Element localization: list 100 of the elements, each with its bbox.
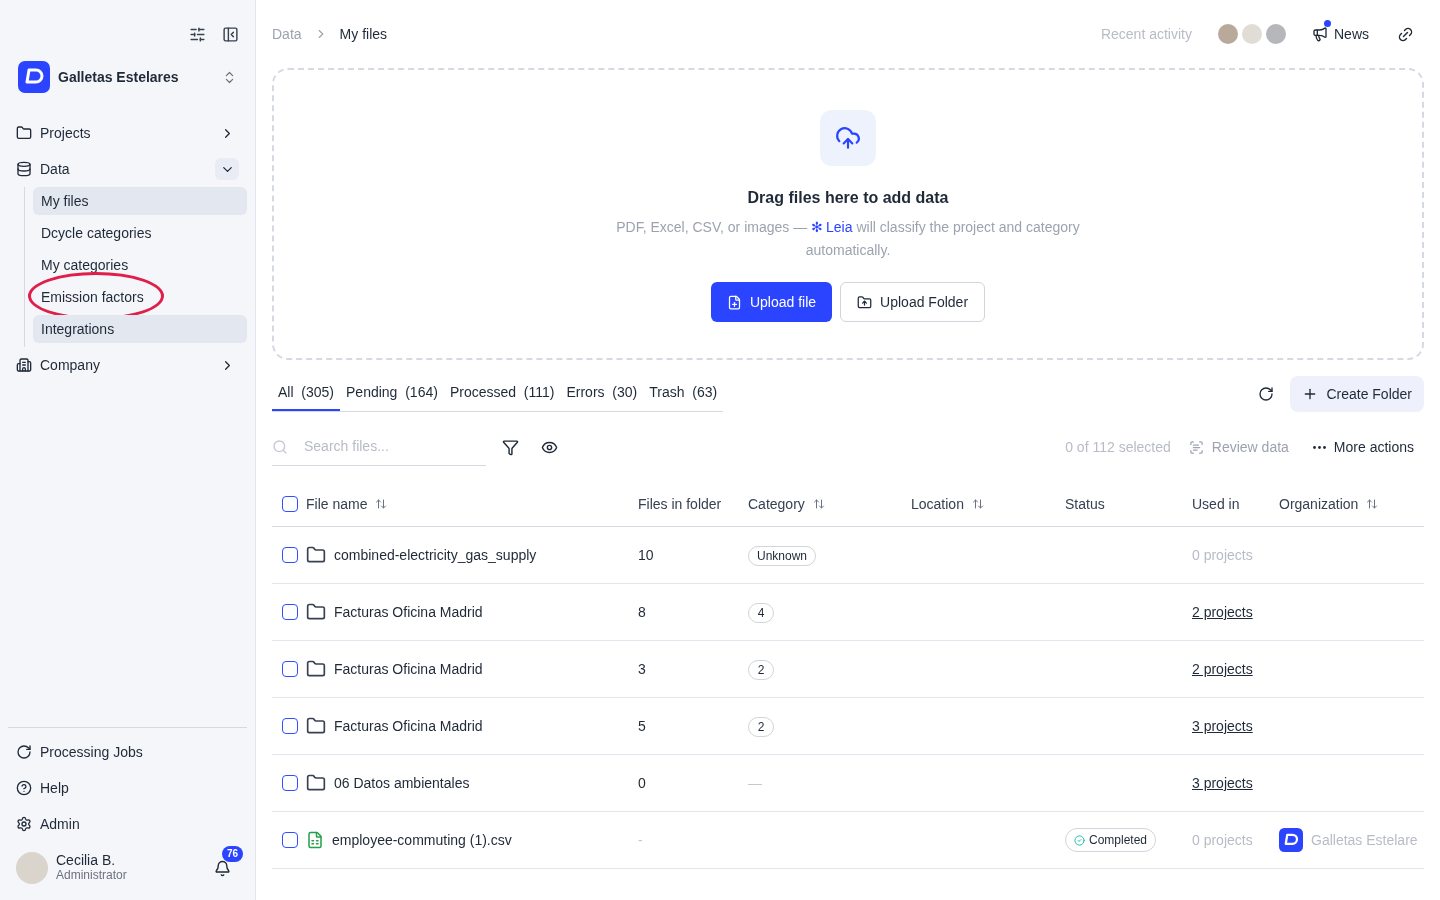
file-name[interactable]: 06 Datos ambientales <box>334 772 470 794</box>
settings-sliders-icon[interactable] <box>189 26 206 43</box>
file-name[interactable]: employee-commuting (1).csv <box>332 829 512 851</box>
help-icon <box>16 780 32 796</box>
sort-icon[interactable] <box>812 498 825 510</box>
drop-zone-title: Drag files here to add data <box>747 188 949 208</box>
sparkle-icon: ✻ <box>811 219 824 235</box>
projects-count: 0 projects <box>1192 546 1253 563</box>
folder-icon <box>16 125 32 141</box>
organization-switcher[interactable]: Galletas Estelares <box>8 59 247 95</box>
nav-label: Projects <box>40 123 92 143</box>
submenu-item[interactable]: Integrations <box>33 315 247 343</box>
projects-link[interactable]: 2 projects <box>1192 660 1253 677</box>
collapse-sidebar-icon[interactable] <box>222 26 239 43</box>
category-empty: — <box>748 774 762 791</box>
column-header: Status <box>1065 494 1105 514</box>
file-name[interactable]: Facturas Oficina Madrid <box>334 658 483 680</box>
filter-tab[interactable]: Pending (164) <box>340 376 444 411</box>
row-checkbox[interactable] <box>282 775 298 791</box>
upload-folder-button[interactable]: Upload Folder <box>840 282 986 322</box>
footer-nav-item[interactable]: Admin <box>8 806 247 842</box>
file-name[interactable]: Facturas Oficina Madrid <box>334 715 483 737</box>
file-plus-icon <box>726 294 742 310</box>
recent-activity-label: Recent activity <box>1100 24 1192 44</box>
news-button[interactable]: News <box>1312 23 1369 45</box>
expand-toggle[interactable] <box>215 158 239 180</box>
nav-label: Help <box>40 778 69 798</box>
file-count: 8 <box>638 603 646 620</box>
database-icon <box>16 161 32 177</box>
ellipsis-icon <box>1312 445 1326 449</box>
nav-label: Data <box>40 159 71 179</box>
drop-zone-hint: PDF, Excel, CSV, or images — ✻ Leia will classify the project and category automatically. <box>615 218 1081 260</box>
upload-file-button[interactable]: Upload file <box>710 282 833 322</box>
column-header: Files in folder <box>638 494 722 514</box>
upload-cloud-icon <box>820 110 876 166</box>
file-count: 5 <box>638 717 646 734</box>
folder-icon <box>306 773 326 793</box>
column-header: Used in <box>1192 494 1240 514</box>
projects-link[interactable]: 3 projects <box>1192 717 1253 734</box>
column-header: File name <box>306 494 368 514</box>
footer-nav-item[interactable]: Help <box>8 770 247 806</box>
spreadsheet-icon <box>306 831 324 849</box>
submenu-item[interactable]: My categories <box>33 251 247 279</box>
folder-icon <box>306 602 326 622</box>
projects-count: 0 projects <box>1192 831 1253 848</box>
building-icon <box>16 357 32 373</box>
row-checkbox[interactable] <box>282 718 298 734</box>
sort-icon[interactable] <box>1366 498 1379 510</box>
scan-text-icon <box>1188 439 1204 455</box>
submenu-item[interactable]: Dcycle categories <box>33 219 247 247</box>
nav-item[interactable]: Projects <box>8 115 247 151</box>
search-field[interactable]: Search files... <box>304 436 474 457</box>
submenu-item[interactable]: My files <box>33 187 247 215</box>
more-actions-button[interactable]: More actions <box>1312 436 1414 458</box>
column-header: Organization <box>1279 494 1359 514</box>
file-name[interactable]: Facturas Oficina Madrid <box>334 601 483 623</box>
filter-tab[interactable]: Processed (111) <box>443 376 561 411</box>
file-count: - <box>638 831 643 848</box>
row-checkbox[interactable] <box>282 661 298 677</box>
row-checkbox[interactable] <box>282 547 298 563</box>
select-all-checkbox[interactable] <box>282 496 298 512</box>
row-checkbox[interactable] <box>282 832 298 848</box>
submenu-item[interactable]: Emission factors <box>33 283 247 311</box>
file-count: 0 <box>638 774 646 791</box>
folder-icon <box>306 716 326 736</box>
file-count: 10 <box>638 546 654 563</box>
filter-icon[interactable] <box>502 438 519 456</box>
column-header: Category <box>748 494 805 514</box>
filter-tab[interactable]: Errors (30) <box>560 376 644 411</box>
column-header: Location <box>911 494 964 514</box>
user-name: Cecilia B. <box>56 853 117 868</box>
projects-link[interactable]: 3 projects <box>1192 774 1253 791</box>
file-name[interactable]: combined-electricity_gas_supply <box>334 544 537 566</box>
refresh-icon <box>16 744 32 760</box>
nav-item[interactable]: Company <box>8 347 247 383</box>
folder-icon <box>306 545 326 565</box>
filter-tab[interactable]: All (305) <box>272 376 341 411</box>
notification-count: 76 <box>222 845 244 862</box>
folder-upload-icon <box>857 294 873 310</box>
nav-label: Admin <box>40 814 80 834</box>
user-role: Administrator <box>56 868 128 883</box>
sort-icon[interactable] <box>971 498 984 510</box>
sort-icon[interactable] <box>375 498 388 510</box>
refresh-icon[interactable] <box>1258 386 1275 402</box>
check-circle-icon <box>1074 834 1085 846</box>
projects-link[interactable]: 2 projects <box>1192 603 1253 620</box>
folder-icon <box>306 659 326 679</box>
file-count: 3 <box>638 660 646 677</box>
row-checkbox[interactable] <box>282 604 298 620</box>
footer-nav-item[interactable]: Processing Jobs <box>8 734 247 770</box>
filter-tab[interactable]: Trash (63) <box>643 376 724 411</box>
settings-icon <box>16 816 32 832</box>
notifications-icon[interactable] <box>214 859 231 877</box>
drop-zone[interactable]: Drag files here to add data PDF, Excel, CSV, or images — ✻ Leia will classify the project and category automatically. Upload file Upload Folder <box>272 68 1424 360</box>
megaphone-icon <box>1312 26 1328 42</box>
nav-label: Company <box>40 355 101 375</box>
nav-item[interactable]: Data <box>8 151 247 187</box>
breadcrumb-item[interactable]: My files <box>339 23 388 45</box>
organization-name: Galletas Estelare <box>1311 830 1418 850</box>
create-folder-button[interactable]: Create Folder <box>1290 376 1424 412</box>
